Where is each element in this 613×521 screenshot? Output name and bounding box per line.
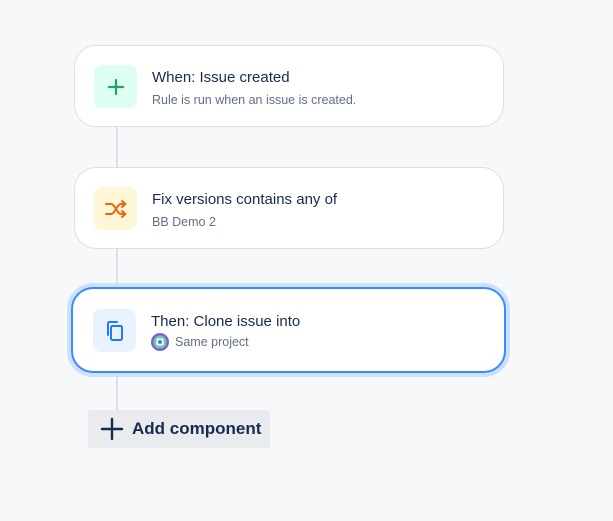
trigger-card[interactable]: When: Issue created Rule is run when an … (74, 45, 504, 127)
action-target-label: Same project (175, 335, 249, 349)
project-avatar-icon (151, 333, 169, 351)
condition-value: BB Demo 2 (152, 215, 216, 229)
plus-icon (100, 417, 124, 441)
condition-title: Fix versions contains any of (152, 191, 338, 208)
add-component-button[interactable]: Add component (88, 410, 270, 448)
copy-icon (106, 320, 123, 341)
condition-icon-box (94, 187, 137, 230)
flow-connector (116, 249, 118, 289)
plus-icon (107, 78, 124, 95)
condition-card[interactable]: Fix versions contains any of BB Demo 2 (74, 167, 504, 249)
flow-connector (116, 127, 118, 167)
flow-connector (116, 373, 118, 411)
action-target: Same project (151, 333, 249, 351)
shuffle-icon (104, 199, 126, 218)
action-card[interactable]: Then: Clone issue into Same project (71, 287, 506, 373)
trigger-title: When: Issue created (152, 69, 290, 86)
trigger-icon-box (94, 65, 137, 108)
action-title: Then: Clone issue into (151, 313, 301, 330)
add-component-label: Add component (132, 419, 262, 438)
trigger-description: Rule is run when an issue is created. (152, 93, 357, 107)
action-icon-box (93, 309, 136, 352)
